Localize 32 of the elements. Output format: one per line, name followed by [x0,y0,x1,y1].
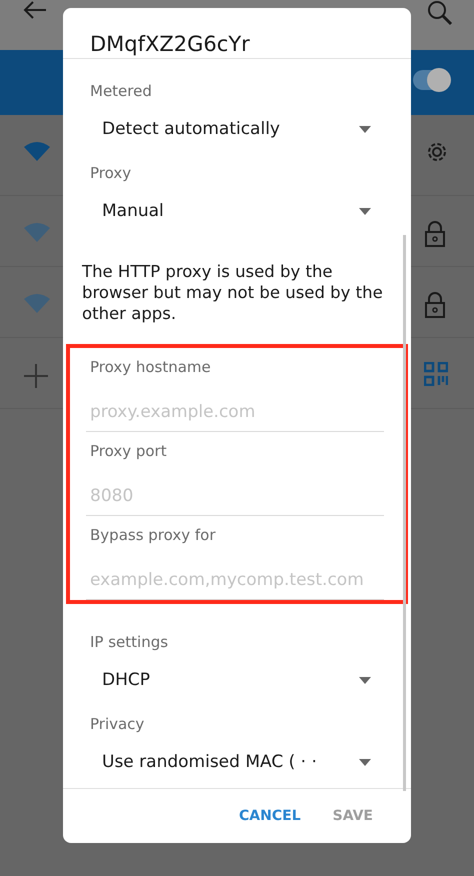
toggle-switch[interactable] [413,70,449,90]
field-label: IP settings [90,632,170,653]
lock-icon [424,291,446,319]
field-label: Proxy hostname [90,357,212,378]
field-label: Proxy port [90,441,168,462]
field-label: Proxy [90,163,132,184]
search-icon[interactable] [427,0,453,26]
dropdown[interactable]: Detect automatically [90,109,371,149]
dropdown[interactable]: Manual [90,191,371,231]
field-label: Metered [90,81,153,102]
proxy-note: The HTTP proxy is used by the browser but may not be used by the other apps. [82,261,384,324]
scrollbar[interactable] [403,235,406,791]
plus-icon[interactable] [24,364,48,388]
lock-icon [424,220,446,248]
dialog-button[interactable]: CANCEL [237,802,303,830]
caret-icon [359,126,371,132]
caret-icon [359,208,371,214]
dialog-title: DMqfXZ2G6cYr [63,8,411,59]
wifi-icon [24,293,50,313]
qr-code-icon[interactable] [424,362,448,386]
dropdown[interactable]: DHCP [90,660,371,700]
input-field[interactable]: proxy.example.com [86,384,384,432]
wifi-icon [24,141,50,161]
back-arrow-icon[interactable] [22,0,48,20]
caret-icon [359,758,371,766]
caret-icon [359,676,371,684]
input-field[interactable]: 8080 [86,468,384,516]
input-field[interactable]: example.com,mycomp.test.com [86,552,384,600]
field-label: Privacy [90,714,146,735]
dropdown[interactable]: Use randomised MAC ( · · [90,742,371,782]
field-label: Bypass proxy for [90,525,217,546]
wifi-icon [24,222,50,242]
